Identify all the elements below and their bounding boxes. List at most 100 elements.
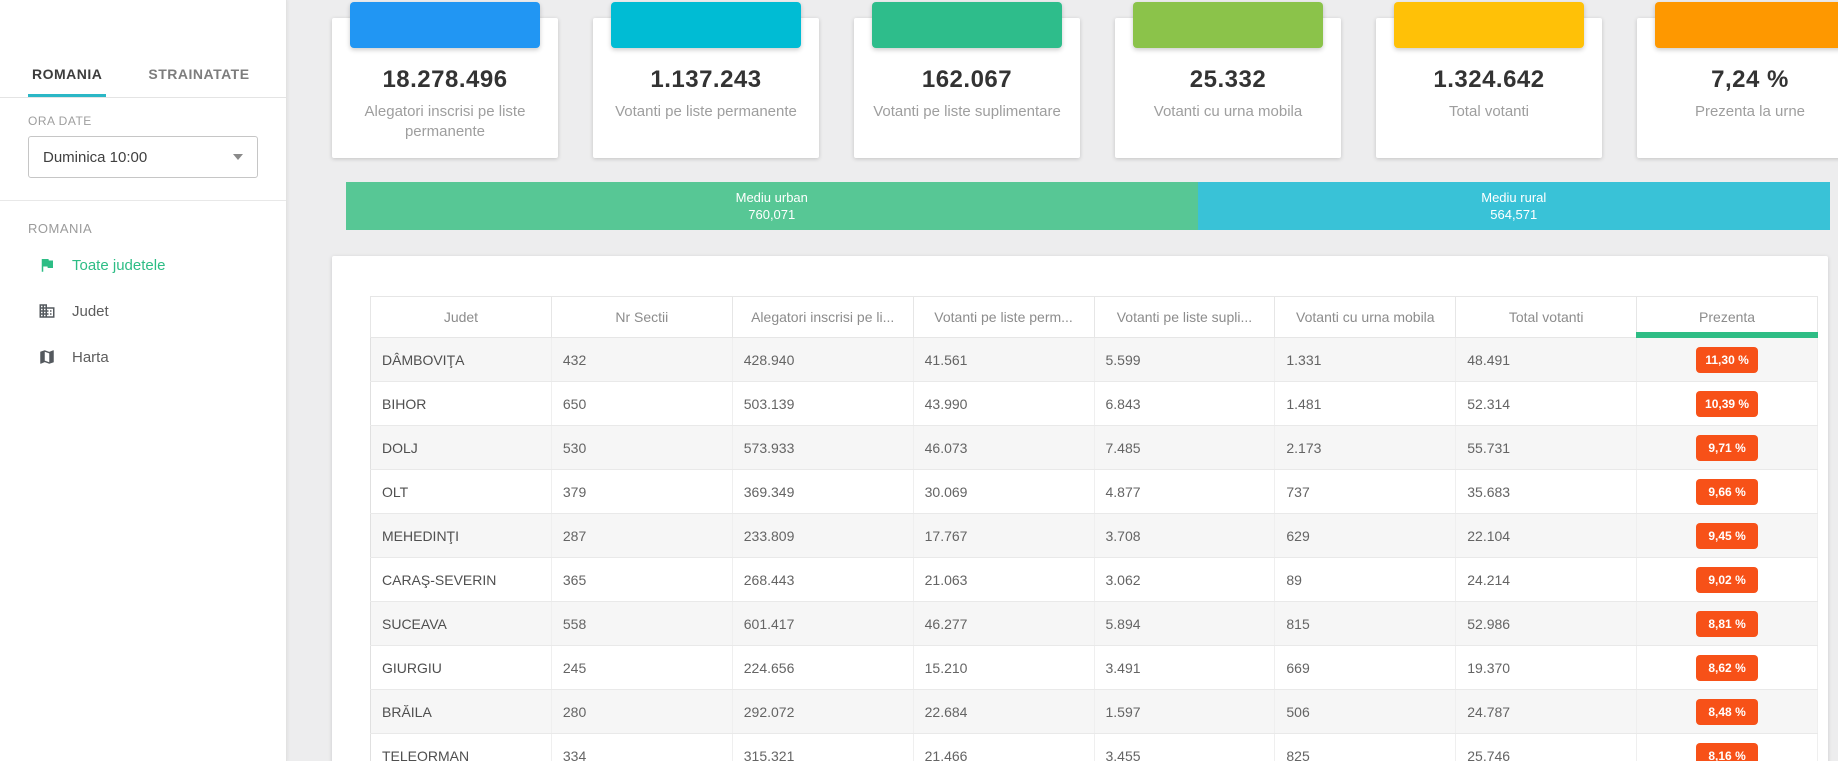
cell-vot-perm: 46.073 [913, 425, 1095, 470]
col-header-urna-mobila[interactable]: Votanti cu urna mobila [1274, 296, 1457, 338]
tab-strainatate[interactable]: STRAINATATE [144, 52, 253, 97]
col-header-prezenta-label: Prezenta [1699, 309, 1756, 325]
country-tabs: ROMANIA STRAINATATE [0, 52, 286, 98]
table-row[interactable]: BIHOR 650 503.139 43.990 6.843 1.481 52.… [370, 381, 1818, 426]
app-root: ROMANIA STRAINATATE ORA DATE Duminica 10… [0, 0, 1838, 761]
cell-sectii: 650 [551, 381, 733, 426]
cell-judet: GIURGIU [370, 645, 552, 690]
stat-card-label: Votanti cu urna mobila [1153, 103, 1303, 120]
cell-total: 19.370 [1455, 645, 1638, 690]
ora-date-value: Duminica 10:00 [43, 148, 148, 166]
table-row[interactable]: DÂMBOVIŢA 432 428.940 41.561 5.599 1.331… [370, 337, 1818, 382]
cell-prezenta: 9,02 % [1636, 557, 1818, 602]
stat-card-value: 1.324.642 [1433, 66, 1545, 93]
table-row[interactable]: BRĂILA 280 292.072 22.684 1.597 506 24.7… [370, 689, 1818, 734]
stat-card-label: Total votanti [1448, 103, 1530, 120]
stat-card-label: Votanti pe liste suplimentare [873, 103, 1061, 120]
cell-urna: 2.173 [1274, 425, 1457, 470]
cell-vot-supl: 4.877 [1094, 469, 1276, 514]
cell-prezenta: 8,48 % [1636, 689, 1818, 734]
stat-card-label: Votanti pe liste permanente [615, 103, 797, 120]
cell-vot-supl: 5.599 [1094, 337, 1276, 382]
cell-total: 24.214 [1455, 557, 1638, 602]
urban-segment: Mediu urban 760,071 [346, 182, 1198, 230]
map-icon [38, 348, 56, 366]
cell-alegatori: 601.417 [732, 601, 914, 646]
cell-vot-supl: 3.491 [1094, 645, 1276, 690]
table-row[interactable]: DOLJ 530 573.933 46.073 7.485 2.173 55.7… [370, 425, 1818, 470]
chevron-down-icon [233, 154, 243, 160]
col-header-prezenta[interactable]: Prezenta [1636, 296, 1818, 338]
sidebar: ROMANIA STRAINATATE ORA DATE Duminica 10… [0, 0, 287, 761]
sidebar-item-toate-judetele[interactable]: Toate judetele [0, 242, 286, 288]
cell-alegatori: 573.933 [732, 425, 914, 470]
cell-urna: 737 [1274, 469, 1457, 514]
stat-card-label: Prezenta la urne [1694, 103, 1806, 120]
stat-card-urna-mobila: 25.332 Votanti cu urna mobila [1115, 2, 1341, 158]
prezenta-badge: 9,71 % [1696, 434, 1759, 461]
col-header-judet[interactable]: Judet [370, 296, 552, 338]
cell-total: 22.104 [1455, 513, 1638, 558]
sidebar-item-harta[interactable]: Harta [0, 334, 286, 380]
stat-card-value: 25.332 [1189, 66, 1267, 93]
building-icon [38, 302, 56, 320]
cell-total: 24.787 [1455, 689, 1638, 734]
cell-sectii: 334 [551, 733, 733, 761]
tab-romania[interactable]: ROMANIA [28, 52, 107, 97]
cell-sectii: 432 [551, 337, 733, 382]
cell-urna: 825 [1274, 733, 1457, 761]
table-row[interactable]: TELEORMAN 334 315.321 21.466 3.455 825 2… [370, 733, 1818, 761]
sidebar-item-judet[interactable]: Judet [0, 288, 286, 334]
sidebar-item-label: Harta [72, 348, 109, 366]
cell-vot-supl: 3.455 [1094, 733, 1276, 761]
prezenta-badge: 9,45 % [1696, 522, 1759, 549]
stat-card-alegatori: 18.278.496 Alegatori inscrisi pe liste p… [332, 2, 558, 158]
cell-judet: DÂMBOVIŢA [370, 337, 552, 382]
stat-card-color-block [1655, 2, 1838, 48]
cell-sectii: 287 [551, 513, 733, 558]
cell-judet: OLT [370, 469, 552, 514]
cell-urna: 506 [1274, 689, 1457, 734]
stat-card-value: 1.137.243 [650, 66, 762, 93]
col-header-vot-perm[interactable]: Votanti pe liste perm... [912, 296, 1095, 338]
cell-vot-perm: 41.561 [913, 337, 1095, 382]
cell-sectii: 245 [551, 645, 733, 690]
cell-urna: 89 [1274, 557, 1457, 602]
cell-alegatori: 233.809 [732, 513, 914, 558]
cell-urna: 1.331 [1274, 337, 1457, 382]
cell-vot-perm: 46.277 [913, 601, 1095, 646]
cell-alegatori: 503.139 [732, 381, 914, 426]
prezenta-badge: 9,02 % [1696, 566, 1759, 593]
cell-vot-perm: 30.069 [913, 469, 1095, 514]
cell-sectii: 280 [551, 689, 733, 734]
table-row[interactable]: SUCEAVA 558 601.417 46.277 5.894 815 52.… [370, 601, 1818, 646]
prezenta-badge: 11,30 % [1696, 346, 1759, 373]
table-row[interactable]: GIURGIU 245 224.656 15.210 3.491 669 19.… [370, 645, 1818, 690]
ora-date-select[interactable]: Duminica 10:00 [28, 136, 258, 178]
table-row[interactable]: CARAŞ-SEVERIN 365 268.443 21.063 3.062 8… [370, 557, 1818, 602]
table-row[interactable]: MEHEDINŢI 287 233.809 17.767 3.708 629 2… [370, 513, 1818, 558]
cell-vot-perm: 17.767 [913, 513, 1095, 558]
table-header-row: Judet Nr Sectii Alegatori inscrisi pe li… [370, 296, 1818, 338]
table-row[interactable]: OLT 379 369.349 30.069 4.877 737 35.683 … [370, 469, 1818, 514]
cell-judet: MEHEDINŢI [370, 513, 552, 558]
cell-vot-supl: 6.843 [1094, 381, 1276, 426]
col-header-vot-supl[interactable]: Votanti pe liste supli... [1093, 296, 1276, 338]
cell-sectii: 558 [551, 601, 733, 646]
sidebar-item-label: Toate judetele [72, 256, 166, 274]
stat-card-votanti-suplimentare: 162.067 Votanti pe liste suplimentare [854, 2, 1080, 158]
col-header-total-votanti[interactable]: Total votanti [1455, 296, 1638, 338]
cell-alegatori: 428.940 [732, 337, 914, 382]
ora-date-label: ORA DATE [28, 114, 92, 128]
stat-card-color-block [872, 2, 1062, 48]
cell-alegatori: 292.072 [732, 689, 914, 734]
stat-card-votanti-permanente: 1.137.243 Votanti pe liste permanente [593, 2, 819, 158]
rural-segment: Mediu rural 564,571 [1197, 182, 1830, 230]
col-header-nr-sectii[interactable]: Nr Sectii [550, 296, 733, 338]
cell-prezenta: 9,45 % [1636, 513, 1818, 558]
cell-urna: 669 [1274, 645, 1457, 690]
cell-prezenta: 9,71 % [1636, 425, 1818, 470]
stat-card-color-block [350, 2, 540, 48]
col-header-alegatori[interactable]: Alegatori inscrisi pe li... [731, 296, 914, 338]
cell-vot-supl: 1.597 [1094, 689, 1276, 734]
